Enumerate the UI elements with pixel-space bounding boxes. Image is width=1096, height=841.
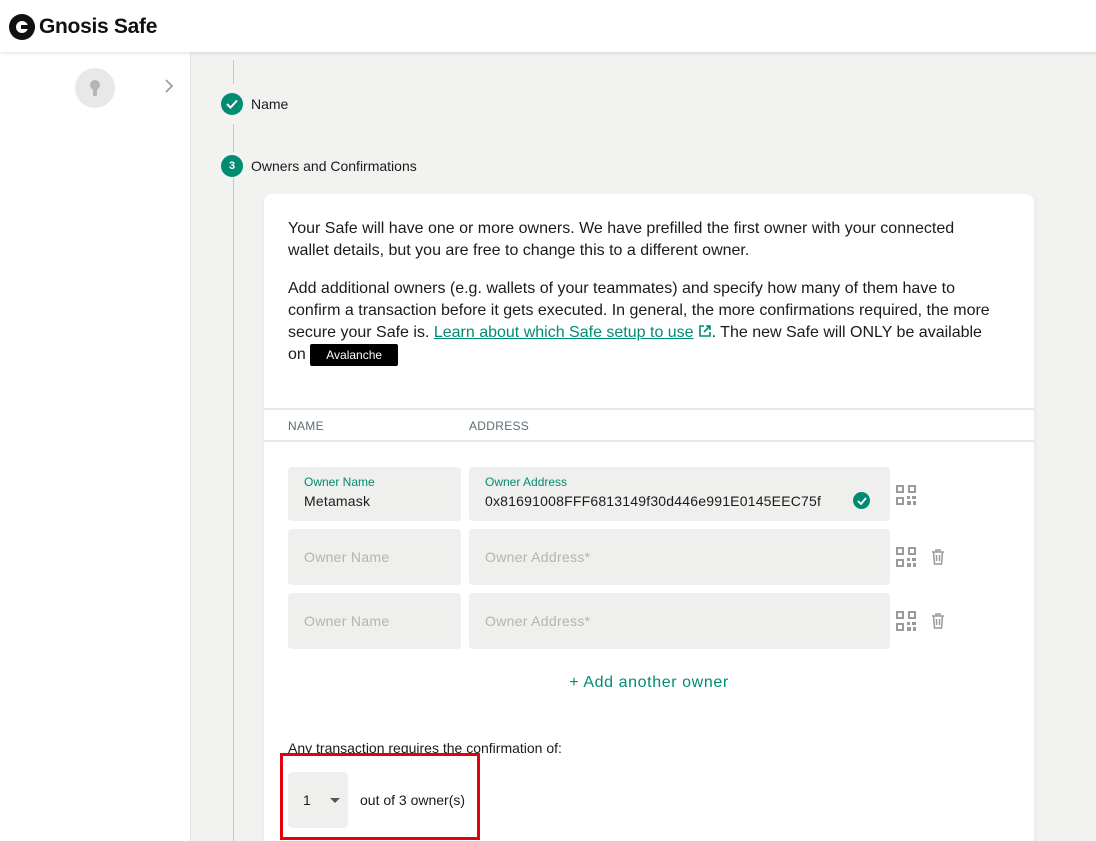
owner-name-field[interactable]: Owner Name Metamask [288, 467, 461, 521]
step-connector [233, 60, 234, 84]
info-paragraph: Add additional owners (e.g. wallets of y… [288, 278, 998, 366]
external-link-icon [698, 325, 711, 337]
dropdown-caret-icon [330, 798, 340, 803]
owner-name-placeholder: Owner Name [304, 613, 390, 629]
step-connector [233, 124, 234, 152]
step-done-check-icon [221, 93, 243, 115]
gnosis-logo-icon [9, 14, 35, 40]
owner-name-input[interactable]: Owner Name [288, 529, 461, 585]
owners-card: Your Safe will have one or more owners. … [264, 194, 1034, 841]
add-another-owner-button[interactable]: + Add another owner [264, 674, 1034, 692]
owner-name-input[interactable]: Owner Name [288, 593, 461, 649]
owner-address-label: Owner Address [485, 475, 568, 489]
owner-address-placeholder: Owner Address* [485, 549, 591, 565]
app-title: Gnosis Safe [39, 15, 158, 38]
threshold-select[interactable]: 1 [288, 772, 348, 828]
learn-more-link[interactable]: Learn about which Safe setup to use [434, 324, 712, 341]
learn-more-link-text: Learn about which Safe setup to use [433, 324, 694, 341]
owner-name-placeholder: Owner Name [304, 549, 390, 565]
network-badge: Avalanche [310, 344, 399, 366]
confirmation-label: Any transaction requires the confirmatio… [288, 740, 562, 756]
threshold-suffix: out of 3 owner(s) [360, 792, 466, 808]
step-number-badge: 3 [221, 155, 243, 177]
delete-trash-icon[interactable] [928, 548, 948, 566]
owner-address-placeholder: Owner Address* [485, 613, 591, 629]
qr-code-icon[interactable] [894, 610, 918, 632]
owner-address-field[interactable]: Owner Address 0x81691008FFF6813149f30d44… [469, 467, 890, 521]
owners-table-header: NAME ADDRESS [264, 408, 1034, 442]
intro-paragraph: Your Safe will have one or more owners. … [288, 220, 955, 259]
delete-trash-icon[interactable] [928, 612, 948, 630]
sidebar [0, 52, 191, 841]
keyhole-icon[interactable] [75, 68, 115, 108]
column-header-address: ADDRESS [469, 419, 530, 433]
app-logo[interactable]: Gnosis Safe [9, 14, 157, 40]
column-header-name: NAME [288, 419, 324, 433]
owner-name-label: Owner Name [304, 475, 375, 489]
owner-address-input[interactable]: Owner Address* [469, 529, 890, 585]
owner-address-input[interactable]: Owner Address* [469, 593, 890, 649]
qr-code-icon[interactable] [894, 546, 918, 568]
qr-code-icon[interactable] [894, 484, 918, 506]
step-label-name[interactable]: Name [251, 96, 288, 112]
valid-check-icon [853, 492, 870, 509]
owner-name-value: Metamask [304, 493, 371, 509]
threshold-value: 1 [303, 792, 311, 808]
top-bar: Gnosis Safe [0, 0, 1096, 52]
owner-address-value: 0x81691008FFF6813149f30d446e991E0145EEC7… [485, 493, 822, 509]
step-connector [233, 178, 234, 841]
chevron-right-icon[interactable] [164, 79, 174, 97]
step-label-owners: Owners and Confirmations [251, 158, 417, 174]
